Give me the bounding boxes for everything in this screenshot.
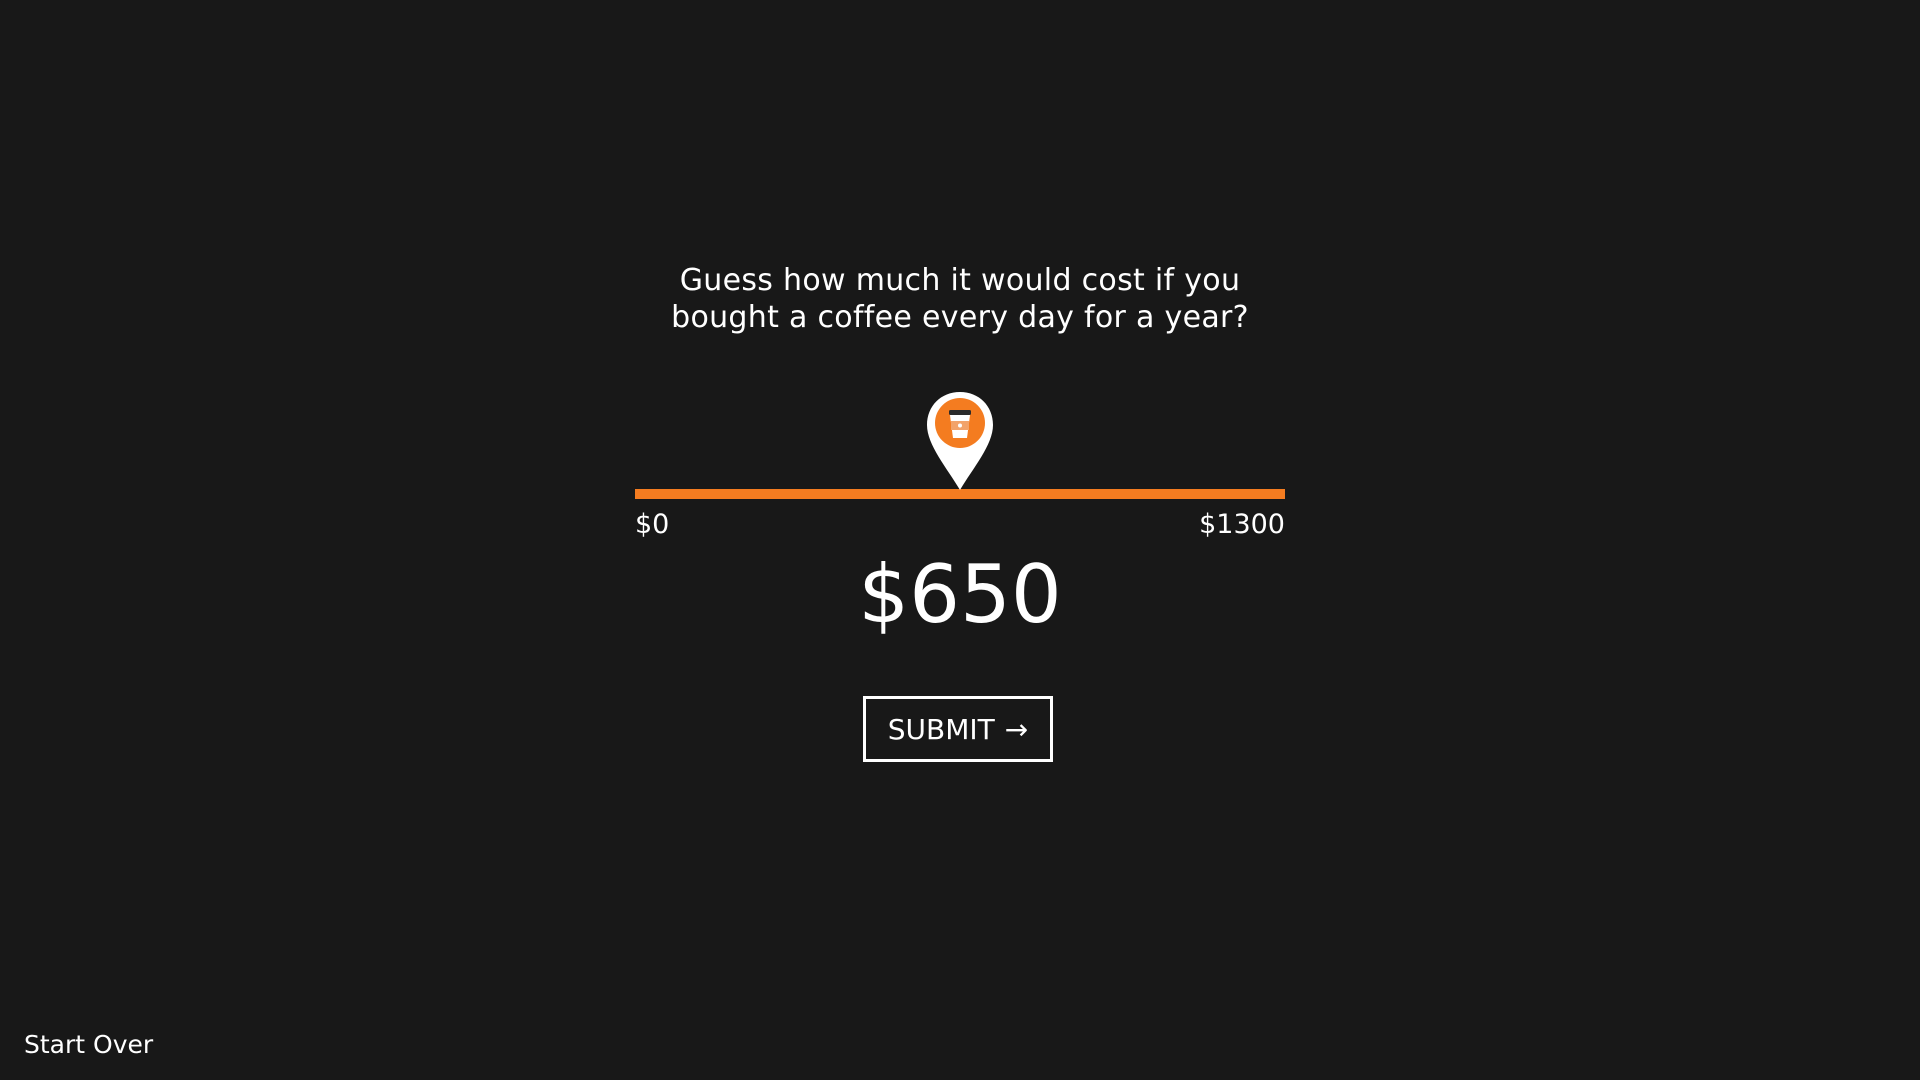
quiz-screen: Guess how much it would cost if you boug… [0,0,1920,1080]
submit-label: SUBMIT [887,712,995,746]
start-over-link[interactable]: Start Over [24,1029,153,1061]
submit-button[interactable]: SUBMIT → [863,696,1053,762]
price-slider[interactable]: $0 $1300 [635,385,1285,545]
slider-min-label: $0 [635,509,670,540]
slider-handle[interactable] [925,390,995,494]
question-text: Guess how much it would cost if you boug… [671,263,1249,335]
selected-value: $650 [858,548,1062,641]
arrow-right-icon: → [1004,712,1029,746]
coffee-cup-location-pin-icon [927,392,993,490]
slider-max-label: $1300 [1199,509,1285,540]
